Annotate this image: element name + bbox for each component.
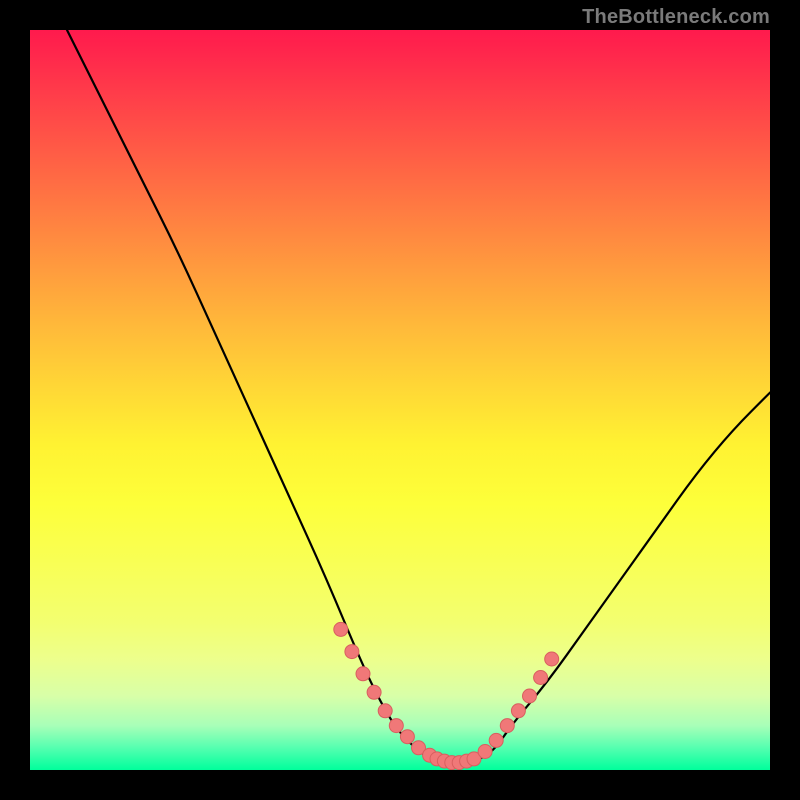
- bottleneck-curve: [67, 30, 770, 763]
- highlight-dot: [378, 704, 392, 718]
- optimal-range-dots: [334, 622, 559, 769]
- highlight-dot: [500, 719, 514, 733]
- highlight-dot: [400, 730, 414, 744]
- curve-layer: [30, 30, 770, 770]
- highlight-dot: [367, 685, 381, 699]
- highlight-dot: [489, 733, 503, 747]
- chart-frame: TheBottleneck.com: [0, 0, 800, 800]
- highlight-dot: [545, 652, 559, 666]
- highlight-dot: [523, 689, 537, 703]
- highlight-dot: [334, 622, 348, 636]
- highlight-dot: [389, 719, 403, 733]
- highlight-dot: [534, 671, 548, 685]
- watermark-text: TheBottleneck.com: [582, 6, 770, 29]
- plot-area: [30, 30, 770, 770]
- highlight-dot: [345, 645, 359, 659]
- highlight-dot: [511, 704, 525, 718]
- highlight-dot: [356, 667, 370, 681]
- highlight-dot: [478, 745, 492, 759]
